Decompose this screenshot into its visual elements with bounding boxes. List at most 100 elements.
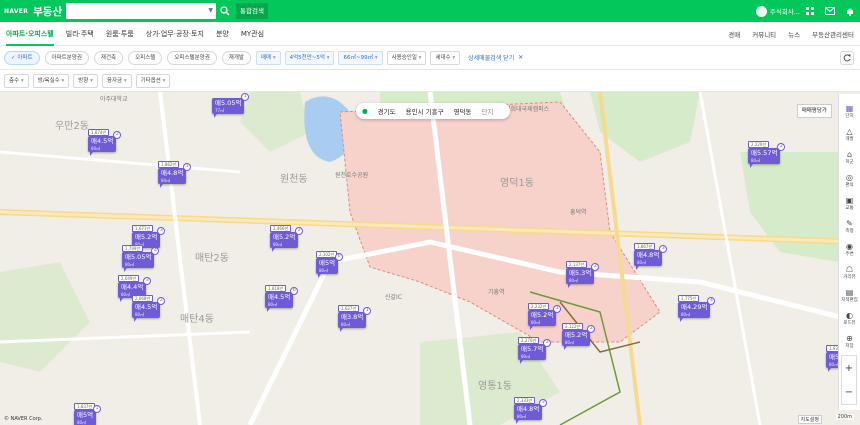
price-pin[interactable]: 2,466만 매5.2억 80㎡ 2 [270, 225, 304, 252]
pin-area: 80㎡ [565, 340, 575, 345]
user-avatar-icon[interactable] [755, 5, 767, 17]
location-complex[interactable]: 단지 [482, 106, 494, 116]
map-settings-button[interactable]: 지도설정 [797, 415, 822, 424]
pin-area: 80㎡ [751, 158, 761, 163]
zoom-out-button[interactable]: − [845, 387, 853, 398]
tab-villa-house[interactable]: 빌라·주택 [66, 22, 94, 46]
price-pin[interactable]: 2,232만 매5.2억 80㎡ 1 [528, 303, 562, 330]
price-pin[interactable]: 2,270만 매5.7억 80㎡ 2 [518, 337, 552, 364]
price-pin[interactable]: 1,627만 매3.8억 80㎡ 1 [338, 305, 372, 332]
search-input[interactable] [66, 3, 204, 19]
price-range-dropdown[interactable]: 4억5천만~5억 [284, 50, 335, 65]
location-pin-icon: ● [362, 107, 368, 115]
naver-logo[interactable]: NAVER [4, 8, 28, 15]
sidebar-label: 거리뷰 [843, 274, 856, 280]
sidebar-item-nearby[interactable]: ◉ 주변 [840, 238, 860, 260]
streetview-icon: ☖ [845, 264, 854, 274]
refresh-button[interactable] [840, 51, 854, 65]
pin-price: 매5.7억 [521, 345, 544, 353]
pin-unit-price: 2,137만 [566, 261, 588, 268]
location-province[interactable]: 경기도 [378, 106, 396, 116]
household-count-dropdown[interactable]: 세대수 [430, 50, 461, 65]
type-chip-redevelop[interactable]: 재개발 [221, 50, 251, 65]
sidebar-label: 단지 [845, 113, 854, 119]
type-chip-apartment[interactable]: ✓ 아파트 [4, 50, 40, 65]
place-label: 아주대학교 [100, 96, 128, 103]
price-pin[interactable]: 1,867만 매4.8억 80㎡ 3 [634, 243, 668, 270]
area-range-dropdown[interactable]: 66㎡~99㎡ [338, 50, 383, 65]
price-pin[interactable]: 2,068만 매4.5억 80㎡ 2 [132, 295, 166, 322]
map-canvas[interactable]: 우만2동 원천동 매탄2동 매탄4동 영덕1동 영통1동 아주대학교 원천호수공… [0, 92, 860, 425]
price-pin[interactable]: 1,862만 매4.8억 84㎡ 1 [158, 161, 192, 188]
mail-icon[interactable] [820, 7, 840, 15]
type-chip-officetel[interactable]: 오피스텔 [128, 50, 163, 65]
price-pin[interactable]: 매5.05억 77㎡ 1 [212, 93, 250, 118]
grid-icon[interactable] [800, 7, 820, 15]
location-dong[interactable]: 영덕동 [454, 106, 472, 116]
tab-commercial[interactable]: 상가·업무·공장·토지 [146, 22, 204, 46]
pin-price: 매5.05억 [125, 253, 152, 261]
pin-price: 매5억 [319, 259, 336, 267]
sidebar-item-school[interactable]: ⌂ 학군 [840, 146, 860, 168]
approval-date-dropdown[interactable]: 사용승인일 [386, 50, 427, 65]
price-pin[interactable]: 1,837만 매5억 80㎡ 1 [74, 403, 102, 425]
bell-icon[interactable] [840, 7, 860, 16]
price-pin[interactable]: 2,102만 매5억 80㎡ 6 [316, 251, 344, 278]
rooms-bath-dropdown[interactable]: 방/욕실수 [32, 73, 70, 88]
price-pin[interactable]: 2,226만 매5.57억 80㎡ 2 [748, 141, 786, 168]
pin-unit-price: 1,837만 [74, 403, 96, 410]
price-pin[interactable]: 2,122만 매5.2억 80㎡ 2 [562, 323, 596, 350]
link-management-center[interactable]: 부동산관리센터 [812, 29, 854, 39]
price-pin[interactable]: 2,333만 매4.8억 80㎡ 3 [514, 397, 548, 424]
sidebar-item-save[interactable]: ⊕ 저장 [840, 330, 860, 352]
price-layer-select[interactable]: 매매평당가 [796, 104, 832, 118]
sidebar-item-cadastral[interactable]: ▤ 지적편집 [840, 284, 860, 306]
zoom-in-button[interactable]: + [845, 363, 853, 374]
category-nav: 아파트·오피스텔 빌라·주택 원룸·투룸 상가·업무·공장·토지 분양 MY관심… [0, 22, 860, 46]
sidebar-item-measure[interactable]: ✎ 측정 [840, 215, 860, 237]
type-chip-apt-presale[interactable]: 아파트분양권 [44, 50, 89, 65]
place-label: 기흥역 [488, 289, 505, 296]
price-pin[interactable]: 1,818만 매4.5억 80㎡ 6 [265, 285, 299, 312]
sidebar-item-streetview[interactable]: ☖ 거리뷰 [840, 261, 860, 283]
building-icon: ▦ [845, 103, 854, 113]
tab-apartment-officetel[interactable]: 아파트·오피스텔 [6, 22, 54, 46]
search-button[interactable] [217, 3, 233, 19]
tab-my-interest[interactable]: MY관심 [241, 22, 264, 46]
tab-oneroom[interactable]: 원룸·투룸 [106, 22, 134, 46]
sidebar-item-transit[interactable]: ▣ 교통 [840, 192, 860, 214]
link-news[interactable]: 뉴스 [788, 29, 800, 39]
sidebar-item-convenience[interactable]: ◎ 편의 [840, 169, 860, 191]
account-name[interactable]: 주식회사... [770, 6, 800, 16]
other-options-dropdown[interactable]: 기타옵션 [135, 73, 171, 88]
type-chip-officetel-presale[interactable]: 오피스텔분양권 [167, 50, 217, 65]
brand-title[interactable]: 부동산 [33, 4, 62, 19]
floor-dropdown[interactable]: 층수 [4, 73, 29, 88]
pin-unit-price: 2,232만 [528, 303, 550, 310]
trade-type-dropdown[interactable]: 매매 [255, 50, 281, 65]
combined-search-button[interactable]: 통합검색 [236, 3, 268, 19]
link-auction[interactable]: 경매 [728, 29, 740, 39]
pin-price: 매5.2억 [273, 233, 296, 241]
link-community[interactable]: 커뮤니티 [752, 29, 776, 39]
price-pin[interactable]: 1,874만 매4.5억 80㎡ 2 [88, 129, 122, 156]
price-pin[interactable]: 1,775만 매4.29억 80㎡ 4 [678, 295, 716, 322]
sidebar-item-complex[interactable]: ▦ 단지 [840, 100, 860, 122]
sidebar-item-develop[interactable]: △ 개발 [840, 123, 860, 145]
area-label: 영덕1동 [500, 178, 534, 189]
type-chip-rebuild[interactable]: 재건축 [93, 50, 124, 65]
tab-presale[interactable]: 분양 [216, 22, 229, 46]
detail-search-close-link[interactable]: 상세매물검색 닫기 [468, 53, 514, 62]
close-icon[interactable]: ✕ [518, 54, 523, 61]
sidebar-label: 개발 [845, 136, 854, 142]
sidebar-item-roadview[interactable]: ◐ 로드뷰 [840, 307, 860, 329]
price-pin[interactable]: 1,799만 매5.05억 80㎡ 4 [122, 245, 160, 272]
loan-dropdown[interactable]: 융자금 [101, 73, 132, 88]
location-breadcrumb[interactable]: ● 경기도 용인시 기흥구 영덕동 단지 [356, 103, 510, 119]
search-dropdown-icon[interactable]: ▼ [208, 7, 213, 14]
location-city[interactable]: 용인시 기흥구 [406, 106, 444, 116]
target-icon: ⊕ [846, 333, 853, 343]
direction-dropdown[interactable]: 방향 [73, 73, 98, 88]
price-pin[interactable]: 2,137만 매5.3억 80㎡ 2 [566, 261, 600, 288]
cadastral-icon: ▤ [845, 287, 854, 297]
